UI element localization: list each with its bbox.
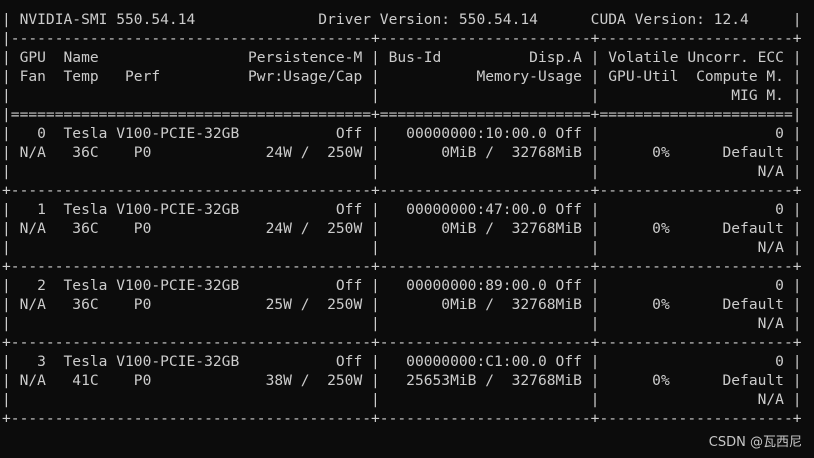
- gpu-0-row-3: | | | N/A |: [2, 163, 802, 180]
- gpu-2-separator: +---------------------------------------…: [2, 334, 802, 351]
- gpu-1-row-3: | | | N/A |: [2, 239, 802, 256]
- gpu-0-row-1: | 0 Tesla V100-PCIE-32GB Off | 00000000:…: [2, 125, 802, 142]
- terminal-window[interactable]: | NVIDIA-SMI 550.54.14 Driver Version: 5…: [0, 0, 814, 458]
- header-line: | NVIDIA-SMI 550.54.14 Driver Version: 5…: [2, 11, 802, 28]
- gpu-3-row-1: | 3 Tesla V100-PCIE-32GB Off | 00000000:…: [2, 353, 802, 370]
- gpu-0-separator: +---------------------------------------…: [2, 182, 802, 199]
- gpu-3-row-2: | N/A 41C P0 38W / 250W | 25653MiB / 327…: [2, 372, 802, 389]
- gpu-3-separator: +---------------------------------------…: [2, 410, 802, 427]
- gpu-2-row-1: | 2 Tesla V100-PCIE-32GB Off | 00000000:…: [2, 277, 802, 294]
- gpu-2-row-3: | | | N/A |: [2, 315, 802, 332]
- header-double-separator: |=======================================…: [2, 106, 802, 123]
- gpu-1-row-2: | N/A 36C P0 24W / 250W | 0MiB / 32768Mi…: [2, 220, 802, 237]
- gpu-2-row-2: | N/A 36C P0 25W / 250W | 0MiB / 32768Mi…: [2, 296, 802, 313]
- gpu-1-separator: +---------------------------------------…: [2, 258, 802, 275]
- gpu-3-row-3: | | | N/A |: [2, 391, 802, 408]
- column-header-row-3: | | | MIG M. |: [2, 87, 802, 104]
- nvidia-smi-output: | NVIDIA-SMI 550.54.14 Driver Version: 5…: [2, 10, 802, 428]
- header-separator: |---------------------------------------…: [2, 30, 802, 47]
- column-header-row-2: | Fan Temp Perf Pwr:Usage/Cap | Memory-U…: [2, 68, 802, 85]
- column-header-row-1: | GPU Name Persistence-M | Bus-Id Disp.A…: [2, 49, 802, 66]
- gpu-0-row-2: | N/A 36C P0 24W / 250W | 0MiB / 32768Mi…: [2, 144, 802, 161]
- csdn-watermark: CSDN @瓦西尼: [708, 435, 802, 450]
- gpu-1-row-1: | 1 Tesla V100-PCIE-32GB Off | 00000000:…: [2, 201, 802, 218]
